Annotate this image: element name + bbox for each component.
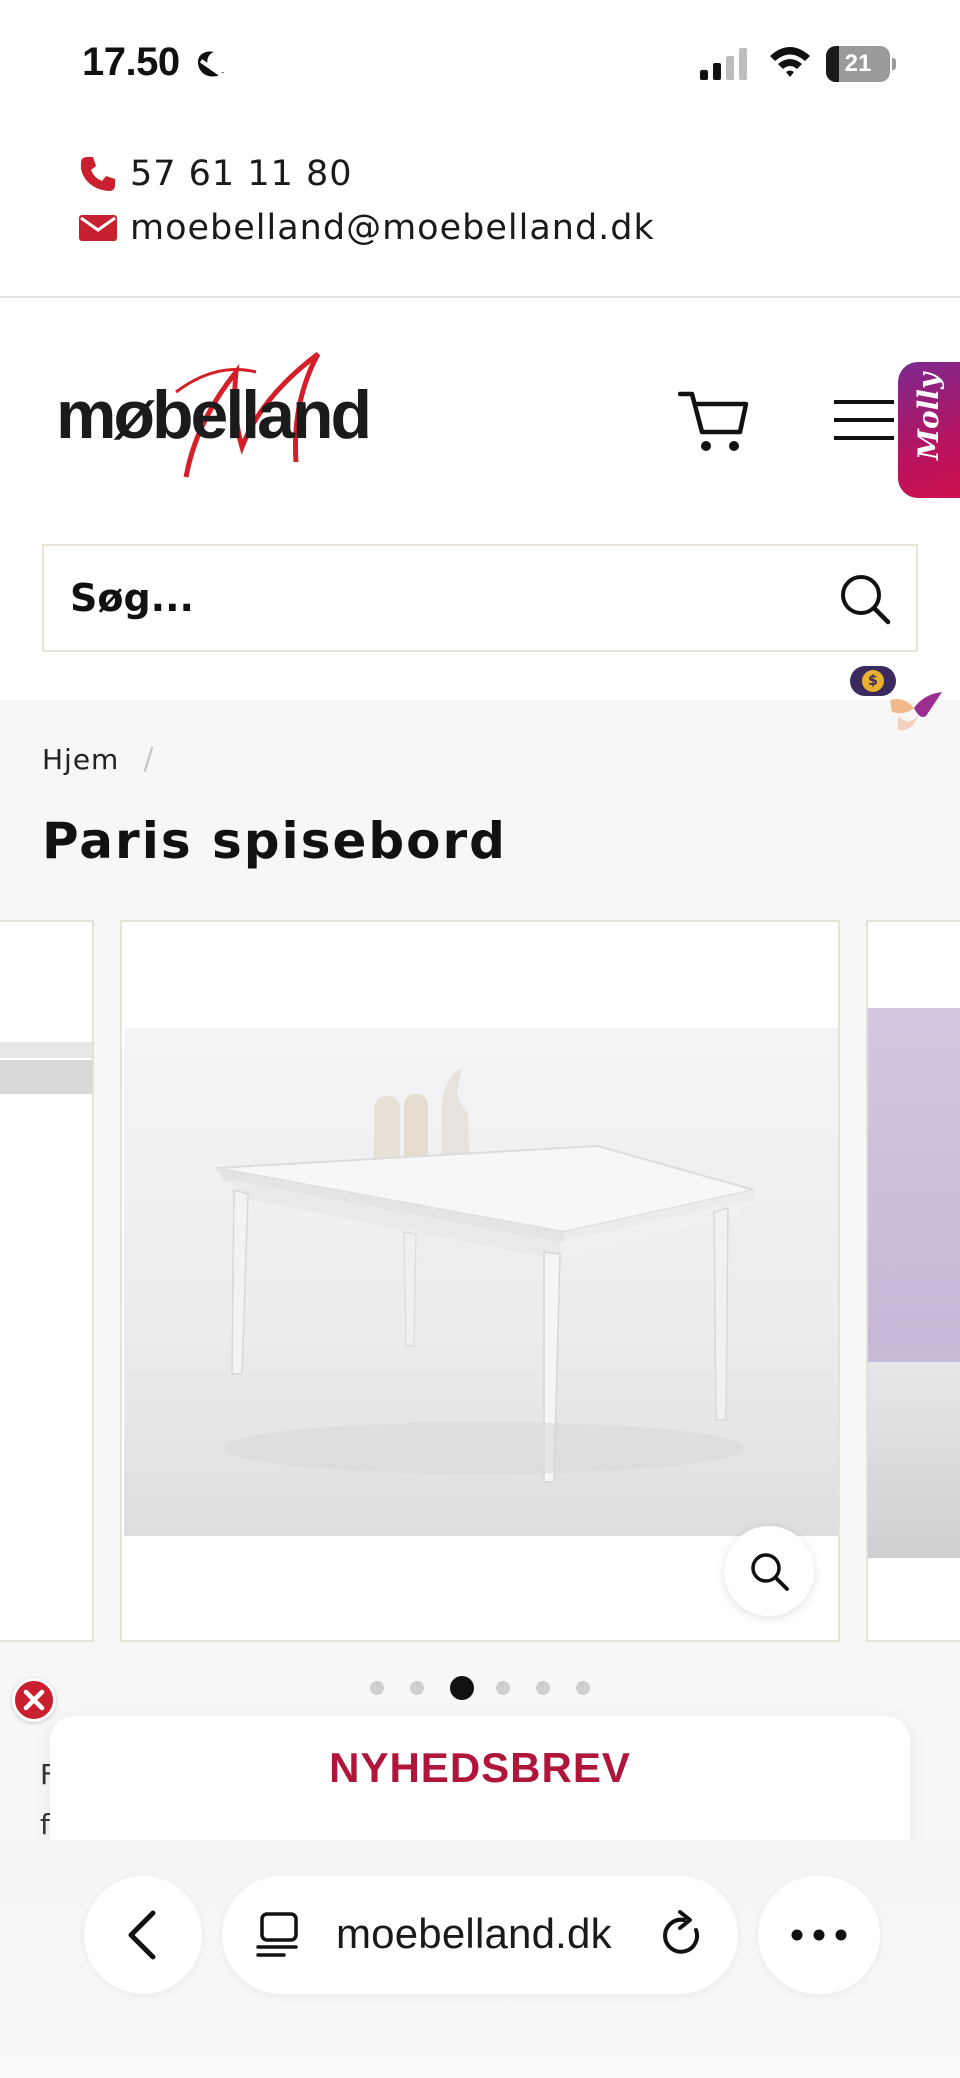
url-text: moebelland.dk bbox=[336, 1910, 612, 1957]
cart-icon[interactable] bbox=[678, 388, 750, 454]
search-input[interactable] bbox=[70, 546, 810, 650]
browser-toolbar: moebelland.dk bbox=[0, 1840, 960, 2078]
more-button[interactable] bbox=[758, 1876, 880, 1994]
product-image bbox=[124, 1028, 838, 1536]
wifi-icon bbox=[770, 47, 810, 77]
contact-email[interactable]: moebelland@moebelland.dk bbox=[78, 208, 655, 248]
molly-label: Molly bbox=[912, 372, 945, 460]
reload-icon[interactable] bbox=[658, 1910, 706, 1960]
pagination-dot[interactable] bbox=[450, 1676, 474, 1700]
zoom-search-icon bbox=[751, 1553, 789, 1591]
newsletter-title: NYHEDSBREV bbox=[329, 1744, 631, 1791]
battery-level: 21 bbox=[844, 50, 872, 77]
money-bag-icon: $ bbox=[862, 670, 884, 692]
phone-icon bbox=[78, 154, 118, 194]
moon-icon bbox=[198, 51, 224, 78]
logo-text: møbelland bbox=[56, 377, 372, 453]
close-newsletter-button[interactable] bbox=[12, 1678, 56, 1722]
breadcrumb-separator: / bbox=[143, 742, 155, 777]
hamburger-menu-icon[interactable] bbox=[834, 398, 894, 442]
battery-icon: 21 bbox=[826, 46, 896, 82]
gallery-slide-current[interactable] bbox=[120, 920, 840, 1642]
gallery-pagination[interactable] bbox=[370, 1676, 616, 1700]
close-icon bbox=[23, 1689, 45, 1711]
pagination-dot[interactable] bbox=[410, 1681, 424, 1695]
pagination-dot[interactable] bbox=[576, 1681, 590, 1695]
cellular-signal-icon bbox=[700, 48, 747, 80]
back-button[interactable] bbox=[84, 1876, 202, 1994]
breadcrumb-home[interactable]: Hjem bbox=[42, 743, 119, 776]
breadcrumb: Hjem / bbox=[42, 742, 154, 777]
search-icon[interactable] bbox=[838, 572, 892, 626]
contact-phone[interactable]: 57 61 11 80 bbox=[78, 154, 353, 194]
pagination-dot[interactable] bbox=[496, 1681, 510, 1695]
product-gallery[interactable] bbox=[0, 920, 960, 1642]
status-time: 17.50 bbox=[82, 40, 180, 84]
email-address: moebelland@moebelland.dk bbox=[130, 208, 655, 248]
divider bbox=[0, 296, 960, 298]
bird-icon[interactable] bbox=[884, 686, 944, 742]
search-box[interactable] bbox=[42, 544, 918, 652]
tabs-icon bbox=[256, 1912, 298, 1957]
zoom-button[interactable] bbox=[724, 1526, 814, 1616]
more-icon bbox=[791, 1929, 847, 1941]
address-bar[interactable]: moebelland.dk bbox=[222, 1876, 738, 1994]
partial-text-line: f bbox=[40, 1808, 50, 1841]
envelope-icon bbox=[78, 208, 118, 248]
gallery-slide-previous[interactable] bbox=[0, 920, 94, 1642]
molly-chat-tab[interactable]: Molly bbox=[898, 362, 960, 498]
site-logo[interactable]: møbelland bbox=[56, 352, 376, 482]
pagination-dot[interactable] bbox=[370, 1681, 384, 1695]
page-title: Paris spisebord bbox=[42, 812, 507, 870]
pagination-dot[interactable] bbox=[536, 1681, 550, 1695]
gallery-slide-next[interactable] bbox=[866, 920, 960, 1642]
status-bar: 17.50 21 bbox=[0, 0, 960, 130]
phone-number: 57 61 11 80 bbox=[130, 154, 353, 194]
back-chevron-icon bbox=[128, 1910, 156, 1960]
